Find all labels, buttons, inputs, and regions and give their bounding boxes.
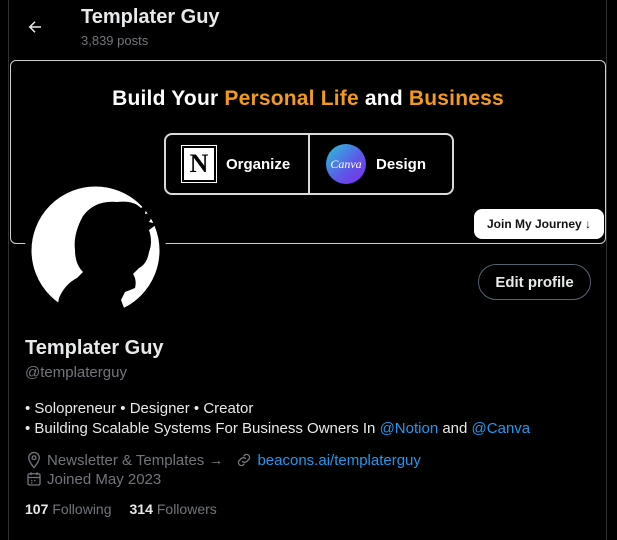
arrow-left-icon	[26, 18, 44, 36]
following-count: 107	[25, 501, 49, 517]
location-text: Newsletter & Templates →	[47, 451, 224, 469]
followers-count: 314	[129, 501, 153, 517]
headline-highlight-2: Business	[408, 87, 504, 110]
banner-headline: Build Your Personal Life and Business	[11, 87, 605, 111]
notion-logo-icon: N	[181, 145, 217, 183]
header-title: Templater Guy	[81, 6, 220, 28]
website-link[interactable]: beacons.ai/templaterguy	[257, 452, 420, 469]
profile-handle: @templaterguy	[25, 364, 127, 381]
frame-border-left	[8, 0, 9, 540]
mention-notion-link[interactable]: @Notion	[380, 420, 439, 437]
joined-text: Joined May 2023	[47, 470, 162, 488]
frame-border-right	[606, 0, 607, 540]
post-count: 3,839 posts	[81, 33, 149, 48]
design-label: Design	[376, 155, 427, 173]
avatar[interactable]	[25, 180, 166, 321]
mention-canva-link[interactable]: @Canva	[472, 420, 531, 437]
join-journey-badge: Join My Journey ↓	[474, 209, 604, 239]
bio-and-text: and	[438, 420, 472, 437]
profile-name: Templater Guy	[25, 337, 164, 359]
tools-box: N Organize Canva Design	[164, 133, 454, 195]
headline-prefix: Build Your	[112, 87, 225, 110]
following-label: Following	[52, 501, 112, 517]
bio-line-2: • Building Scalable Systems For Business…	[25, 420, 530, 437]
canva-logo-icon: Canva	[326, 144, 366, 184]
bio-line-2-text: • Building Scalable Systems For Business…	[25, 420, 380, 437]
calendar-icon	[25, 470, 43, 488]
organize-section: N Organize	[166, 135, 308, 193]
followers-label: Followers	[156, 501, 217, 517]
headline-middle: and	[358, 87, 409, 110]
location-pin-icon	[25, 451, 43, 469]
headline-highlight-1: Personal Life	[224, 87, 359, 110]
back-button[interactable]	[18, 10, 52, 44]
followers-link[interactable]: 314 Followers	[130, 501, 217, 517]
follow-counts: 107 Following 314 Followers	[25, 501, 217, 517]
following-link[interactable]: 107 Following	[25, 501, 112, 517]
profile-meta-row: Newsletter & Templates → beacons.ai/temp…	[25, 451, 421, 469]
bio-line-1: • Solopreneur • Designer • Creator	[25, 400, 254, 417]
design-section: Canva Design	[310, 135, 452, 193]
joined-row: Joined May 2023	[25, 470, 161, 488]
link-icon	[235, 451, 253, 469]
silhouette-avatar-icon	[27, 182, 164, 319]
edit-profile-button[interactable]: Edit profile	[478, 264, 591, 300]
organize-label: Organize	[226, 155, 291, 173]
